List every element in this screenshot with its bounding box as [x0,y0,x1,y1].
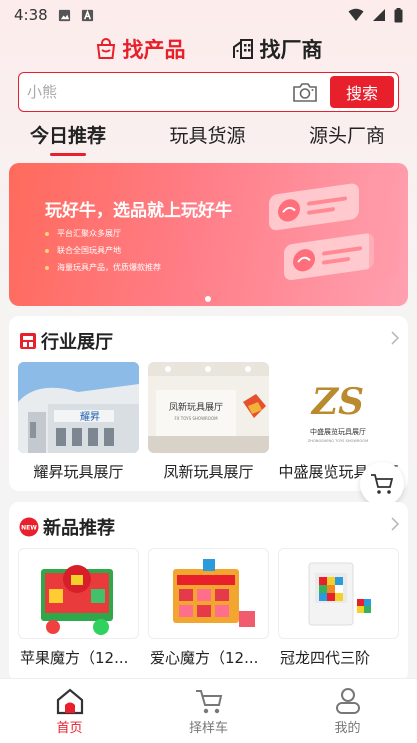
chevron-right-icon[interactable] [390,330,400,346]
nav-home[interactable]: 首页 [20,687,120,736]
status-bar: 4:38 [0,0,417,30]
tab-toy-supply[interactable]: 玩具货源 [169,122,245,158]
hall-sign-subtext: FX TOYS SHOWROOM [174,416,218,421]
search-bar: 搜索 [18,72,399,112]
chevron-right-icon[interactable] [390,516,400,532]
banner-bullet: 联合全国玩具产地 [45,242,161,259]
switch-find-product-label: 找产品 [122,38,186,62]
image-notification-icon [58,9,70,21]
product-card[interactable]: 爱心魔方（12... [148,548,269,668]
banner-bullets: 平台汇聚众多展厅 联合全国玩具产地 海量玩具产品，优质爆款推荐 [45,225,161,276]
status-time: 4:38 [14,6,48,24]
new-badge-text: NEW [21,525,37,532]
cart-icon [371,474,394,494]
camera-icon[interactable] [292,81,318,103]
floating-cart-button[interactable] [360,462,404,506]
search-button[interactable]: 搜索 [330,76,394,108]
storefront-icon [20,333,36,349]
hall-logo: ZS 中盛展览玩具展厅 ZHONGSHENG TOYS SHOWROOM [278,362,399,453]
factory-building-icon [232,39,253,59]
nav-sample-cart-label: 择样车 [188,720,228,736]
hall-photo: 凤新玩具展厅 FX TOYS SHOWROOM [148,362,269,453]
app-notification-icon [81,9,93,21]
product-image [18,548,139,639]
hall-card[interactable]: 耀昇 耀昇玩具展厅 [18,362,139,482]
hall-name: 耀昇玩具展厅 [33,463,124,481]
nav-profile[interactable]: 我的 [298,687,398,736]
product-name: 爱心魔方（12... [150,649,259,667]
new-product-list: 苹果魔方（12... 爱心魔方（12... 冠龙四代三阶 [18,548,399,668]
industry-hall-section: 行业展厅 耀昇 耀昇玩具展厅 凤新玩具展厅 FX TOYS SHOWROOM 凤… [9,316,408,491]
product-card[interactable]: 冠龙四代三阶 [278,548,399,668]
banner-illustration [269,168,399,281]
product-image [278,548,399,639]
hall-logo-mark: ZS [310,381,364,423]
hall-sign-text: 耀昇 [80,411,100,423]
signal-icon [373,9,385,21]
switch-find-factory-label: 找厂商 [259,38,323,62]
product-card[interactable]: 苹果魔方（12... [18,548,139,668]
product-name: 冠龙四代三阶 [280,649,371,667]
wifi-icon [348,8,364,21]
category-tabs: 今日推荐 玩具货源 源头厂商 [0,122,417,158]
search-mode-switch: 找产品 找厂商 [0,33,417,65]
banner-title: 玩好牛，选品就上玩好牛 [45,201,232,221]
battery-icon [394,7,403,22]
switch-find-product[interactable]: 找产品 [95,34,186,64]
section-title: 行业展厅 [41,332,113,353]
product-image [148,548,269,639]
section-title: 新品推荐 [43,518,115,539]
banner-bullet: 海量玩具产品，优质爆款推荐 [45,259,161,276]
tab-today-recommend[interactable]: 今日推荐 [30,122,106,158]
new-products-section: NEW 新品推荐 苹果魔方（12... 爱心魔方（12... 冠龙四代三阶 [9,502,408,682]
banner-pager-dot[interactable] [205,296,211,302]
switch-find-factory[interactable]: 找厂商 [232,34,323,64]
tab-source-factory[interactable]: 源头厂商 [309,122,385,158]
product-name: 苹果魔方（12... [20,649,129,667]
nav-sample-cart[interactable]: 择样车 [159,687,259,736]
bottom-navigation: 首页 择样车 我的 [0,678,417,743]
home-icon [56,688,83,714]
search-input[interactable] [19,73,292,111]
nav-home-label: 首页 [56,720,83,736]
hall-list: 耀昇 耀昇玩具展厅 凤新玩具展厅 FX TOYS SHOWROOM 凤新玩具展厅… [18,362,399,482]
section-header: 行业展厅 [19,328,113,354]
new-badge-icon: NEW [19,517,39,537]
hall-photo: 耀昇 [18,362,139,453]
hall-name: 凤新玩具展厅 [163,463,254,481]
hall-card[interactable]: 凤新玩具展厅 FX TOYS SHOWROOM 凤新玩具展厅 [148,362,269,482]
cart-icon [195,689,222,713]
hall-logo-caption: 中盛展览玩具展厅 [310,427,366,436]
shopping-bag-icon [96,38,115,59]
nav-profile-label: 我的 [334,720,361,736]
profile-icon [335,687,360,714]
banner-bullet: 平台汇聚众多展厅 [45,225,161,242]
hall-logo-subcaption: ZHONGSHENG TOYS SHOWROOM [308,439,368,443]
section-header: NEW 新品推荐 [19,514,115,540]
hall-sign-text: 凤新玩具展厅 [169,401,223,413]
promo-banner[interactable]: 玩好牛，选品就上玩好牛 平台汇聚众多展厅 联合全国玩具产地 海量玩具产品，优质爆… [9,163,408,306]
